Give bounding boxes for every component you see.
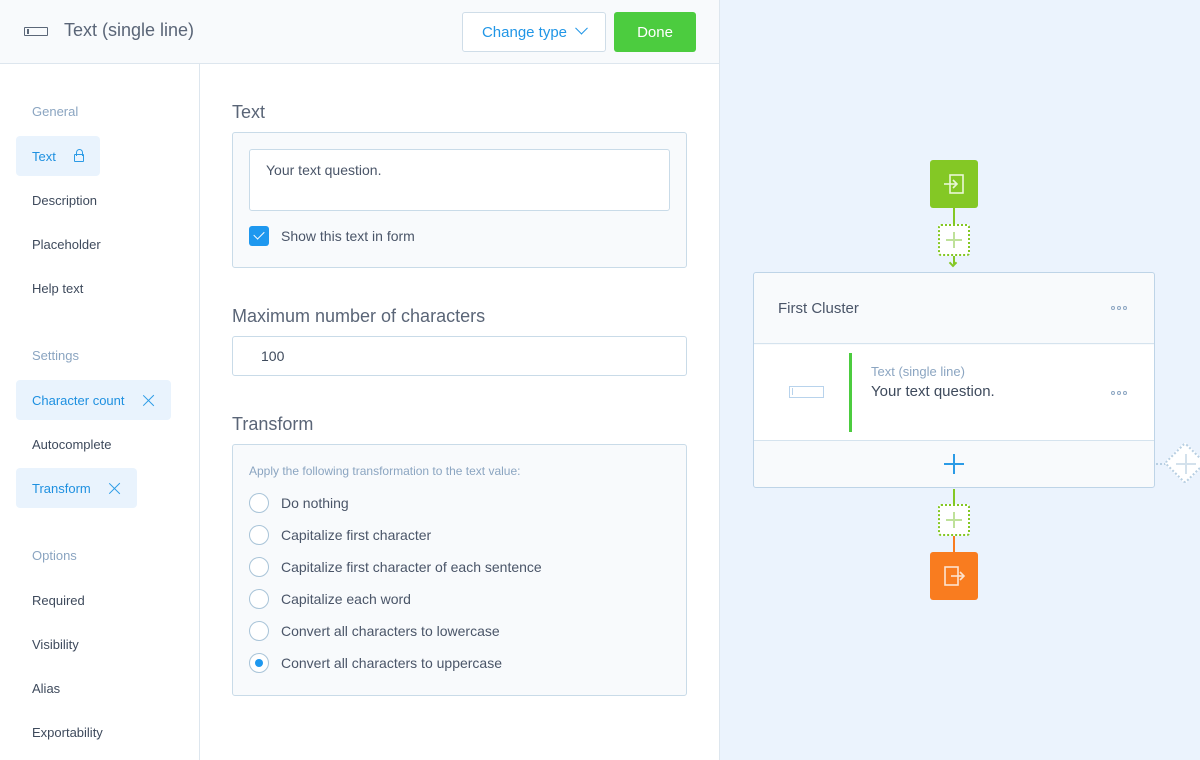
cluster-header: First Cluster bbox=[754, 273, 1154, 344]
connector-line bbox=[953, 536, 955, 552]
sidebar-item-label: Help text bbox=[32, 280, 84, 296]
transform-option-lowercase[interactable]: Convert all characters to lowercase bbox=[249, 621, 500, 641]
settings-sidebar: General Text Description Placeholder Hel… bbox=[0, 64, 200, 760]
enter-icon bbox=[944, 174, 964, 194]
transform-hint: Apply the following transformation to th… bbox=[249, 464, 521, 478]
radio-selected-icon[interactable] bbox=[249, 653, 269, 673]
sidebar-group-options: Options bbox=[32, 548, 77, 563]
sidebar-item-alias[interactable]: Alias bbox=[16, 668, 76, 708]
change-type-label: Change type bbox=[481, 23, 568, 41]
sidebar-item-label: Exportability bbox=[32, 724, 103, 740]
sidebar-item-visibility[interactable]: Visibility bbox=[16, 624, 95, 664]
sidebar-item-autocomplete[interactable]: Autocomplete bbox=[16, 424, 128, 464]
sidebar-item-text[interactable]: Text bbox=[16, 136, 100, 176]
sidebar-item-label: Required bbox=[32, 592, 85, 608]
sidebar-item-label: Alias bbox=[32, 680, 61, 696]
transform-option-uppercase[interactable]: Convert all characters to uppercase bbox=[249, 653, 502, 673]
sidebar-item-label: Visibility bbox=[32, 636, 79, 652]
sidebar-item-label: Placeholder bbox=[32, 236, 101, 252]
sidebar-item-description[interactable]: Description bbox=[16, 180, 113, 220]
chevron-down-icon bbox=[575, 21, 588, 35]
change-type-button[interactable]: Change type bbox=[462, 12, 606, 52]
sidebar-item-character-count[interactable]: Character count bbox=[16, 380, 171, 420]
field-type-title: Text (single line) bbox=[64, 20, 195, 40]
add-step-button[interactable] bbox=[938, 224, 970, 256]
start-node[interactable] bbox=[930, 160, 978, 208]
question-text: Your text question. bbox=[871, 383, 995, 400]
sidebar-item-placeholder[interactable]: Placeholder bbox=[16, 224, 117, 264]
radio-icon[interactable] bbox=[249, 621, 269, 641]
exit-icon bbox=[944, 566, 966, 586]
editor-header: Text (single line) Change type Done bbox=[0, 0, 719, 64]
more-options-icon[interactable] bbox=[1111, 306, 1127, 310]
remove-icon[interactable] bbox=[143, 394, 155, 406]
checkbox-checked-icon[interactable] bbox=[249, 226, 269, 246]
max-chars-input[interactable] bbox=[232, 336, 687, 376]
arrow-down-icon bbox=[948, 258, 958, 268]
plus-icon bbox=[1176, 454, 1196, 474]
transform-option-capitalize-sentence[interactable]: Capitalize first character of each sente… bbox=[249, 557, 542, 577]
transform-title: Transform bbox=[232, 414, 314, 434]
max-chars-title: Maximum number of characters bbox=[232, 306, 486, 326]
text-input-icon bbox=[789, 386, 824, 398]
radio-icon[interactable] bbox=[249, 525, 269, 545]
sidebar-item-transform[interactable]: Transform bbox=[16, 468, 137, 508]
connector-line bbox=[953, 489, 955, 504]
sidebar-group-settings: Settings bbox=[32, 348, 79, 363]
add-question-button[interactable] bbox=[754, 441, 1154, 487]
field-editor: Text (single line) Change type Done Gene… bbox=[0, 0, 719, 760]
sidebar-item-label: Autocomplete bbox=[32, 436, 112, 452]
text-panel: Your text question. Show this text in fo… bbox=[232, 132, 687, 268]
option-label: Capitalize first character bbox=[281, 527, 432, 543]
remove-icon[interactable] bbox=[109, 482, 121, 494]
option-label: Capitalize first character of each sente… bbox=[281, 559, 542, 575]
sidebar-item-label: Text bbox=[32, 148, 56, 164]
option-label: Capitalize each word bbox=[281, 591, 411, 607]
show-in-form-checkbox[interactable]: Show this text in form bbox=[249, 226, 415, 246]
connector-line bbox=[953, 208, 955, 224]
settings-main: Text Your text question. Show this text … bbox=[200, 64, 719, 760]
transform-option-capitalize-first[interactable]: Capitalize first character bbox=[249, 525, 431, 545]
sidebar-item-label: Character count bbox=[32, 392, 125, 408]
text-input-icon bbox=[24, 27, 48, 36]
sidebar-item-help-text[interactable]: Help text bbox=[16, 268, 99, 308]
transform-option-do-nothing[interactable]: Do nothing bbox=[249, 493, 349, 513]
transform-panel: Apply the following transformation to th… bbox=[232, 444, 687, 696]
question-type: Text (single line) bbox=[871, 364, 965, 379]
question-text-input[interactable]: Your text question. bbox=[249, 149, 670, 211]
option-label: Convert all characters to uppercase bbox=[281, 655, 502, 671]
sidebar-item-exportability[interactable]: Exportability bbox=[16, 712, 119, 752]
end-node[interactable] bbox=[930, 552, 978, 600]
radio-icon[interactable] bbox=[249, 589, 269, 609]
sidebar-item-required[interactable]: Required bbox=[16, 580, 101, 620]
cluster-title: First Cluster bbox=[778, 300, 859, 317]
add-step-button[interactable] bbox=[938, 504, 970, 536]
option-label: Do nothing bbox=[281, 495, 349, 511]
radio-icon[interactable] bbox=[249, 493, 269, 513]
flow-canvas: First Cluster Text (single line) Your te… bbox=[719, 0, 1200, 760]
sidebar-item-label: Description bbox=[32, 192, 98, 208]
done-button[interactable]: Done bbox=[614, 12, 696, 52]
sidebar-group-general: General bbox=[32, 104, 79, 119]
more-options-icon[interactable] bbox=[1111, 391, 1127, 395]
question-block[interactable]: Text (single line) Your text question. bbox=[754, 345, 1154, 441]
cluster-card: First Cluster Text (single line) Your te… bbox=[753, 272, 1155, 488]
radio-icon[interactable] bbox=[249, 557, 269, 577]
question-accent-bar bbox=[849, 353, 852, 432]
lock-icon bbox=[73, 149, 84, 162]
text-section-title: Text bbox=[232, 102, 266, 122]
transform-option-capitalize-word[interactable]: Capitalize each word bbox=[249, 589, 411, 609]
sidebar-item-label: Transform bbox=[32, 480, 91, 496]
show-in-form-label: Show this text in form bbox=[281, 228, 415, 244]
option-label: Convert all characters to lowercase bbox=[281, 623, 500, 639]
